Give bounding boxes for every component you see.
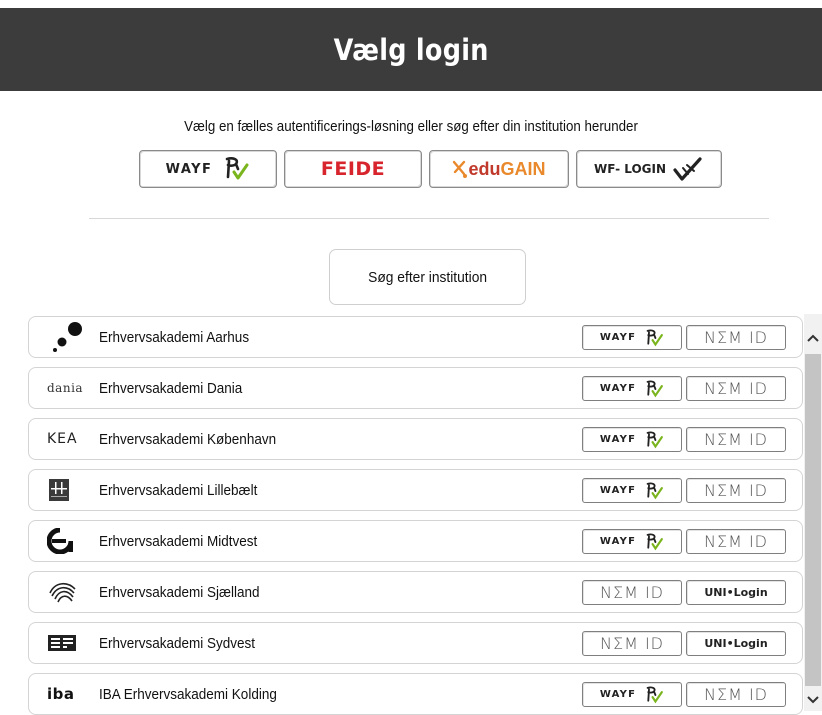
institution-name: Erhvervsakademi Sydvest	[99, 634, 256, 652]
sjaelland-logo	[47, 576, 93, 608]
scrollbar[interactable]	[804, 314, 822, 711]
nemid-login-button[interactable]: NΣM ID	[582, 631, 682, 656]
institution-name: Erhvervsakademi Sjælland	[99, 583, 260, 601]
kea-logo-text: KEA	[47, 431, 78, 447]
wayf-login-button[interactable]: WAYF	[582, 325, 682, 350]
institution-name: IBA Erhvervsakademi Kolding	[99, 685, 277, 703]
institution-row-sjaelland[interactable]: Erhvervsakademi Sjælland NΣM ID UNI•Logi…	[28, 571, 803, 613]
page-header: Vælg login	[0, 8, 822, 91]
iba-logo-text: iba	[47, 685, 75, 703]
wayf-label: WAYF	[599, 383, 637, 394]
scrollbar-thumb[interactable]	[805, 354, 821, 686]
institution-row-dania[interactable]: dania Erhvervsakademi Dania WAYF NΣM ID	[28, 367, 803, 409]
edugain-label-gain: GAIN	[500, 158, 546, 179]
feide-label: FEIDE	[320, 158, 386, 180]
institution-name: Erhvervsakademi København	[99, 430, 277, 448]
wayf-login-button[interactable]: WAYF	[582, 682, 682, 707]
wayf-label: WAYF	[599, 689, 637, 700]
wayf-label: WAYF	[165, 161, 213, 177]
nemid-label: NΣM ID	[703, 532, 768, 551]
edugain-label-edu: edu	[468, 158, 501, 179]
nemid-login-button[interactable]: NΣM ID	[686, 427, 786, 452]
wayf-checkmark-icon	[646, 328, 664, 346]
wf-checkmark-icon	[673, 157, 702, 181]
institution-row-iba-kolding[interactable]: iba IBA Erhvervsakademi Kolding WAYF NΣM…	[28, 673, 803, 715]
wayf-checkmark-icon	[226, 157, 249, 180]
wayf-checkmark-icon	[646, 430, 664, 448]
nemid-login-button[interactable]: NΣM ID	[686, 682, 786, 707]
instruction-text: Vælg en fælles autentificerings-løsning …	[184, 119, 638, 135]
scroll-down-button[interactable]	[804, 691, 822, 709]
iba-logo: iba	[47, 678, 93, 710]
wayf-login-button[interactable]: WAYF	[582, 376, 682, 401]
wayf-button[interactable]: WAYF	[139, 150, 277, 188]
institution-name: Erhvervsakademi Dania	[99, 379, 243, 397]
institution-name: Erhvervsakademi Midtvest	[99, 532, 258, 550]
nemid-label: NΣM ID	[703, 481, 768, 500]
nemid-label: NΣM ID	[703, 379, 768, 398]
edugain-button[interactable]: eduGAIN	[429, 150, 569, 188]
lillebaelt-logo	[47, 474, 93, 506]
wayf-checkmark-icon	[646, 685, 664, 703]
wayf-label: WAYF	[599, 332, 637, 343]
wayf-label: WAYF	[599, 485, 637, 496]
wayf-checkmark-icon	[646, 481, 664, 499]
page-title: Vælg login	[333, 32, 489, 67]
nemid-label: NΣM ID	[703, 430, 768, 449]
nemid-label: NΣM ID	[703, 685, 768, 704]
dots-logo	[47, 321, 93, 353]
institution-name: Erhvervsakademi Lillebælt	[99, 481, 258, 499]
institution-row-midtvest[interactable]: Erhvervsakademi Midtvest WAYF NΣM ID	[28, 520, 803, 562]
midtvest-logo	[47, 525, 93, 557]
institution-row-sydvest[interactable]: Erhvervsakademi Sydvest NΣM ID UNI•Login	[28, 622, 803, 664]
divider	[89, 218, 769, 219]
sydvest-logo	[47, 627, 93, 659]
unilogin-button[interactable]: UNI•Login	[686, 631, 786, 656]
unilogin-button[interactable]: UNI•Login	[686, 580, 786, 605]
nemid-login-button[interactable]: NΣM ID	[582, 580, 682, 605]
edugain-icon	[453, 160, 468, 178]
nemid-label: NΣM ID	[599, 583, 664, 602]
wayf-login-button[interactable]: WAYF	[582, 529, 682, 554]
dania-logo: dania	[47, 372, 93, 404]
unilogin-label: UNI•Login	[704, 586, 768, 599]
scroll-up-button[interactable]	[804, 329, 822, 347]
feide-button[interactable]: FEIDE	[284, 150, 422, 188]
chevron-down-icon	[807, 696, 819, 704]
wayf-checkmark-icon	[646, 532, 664, 550]
dania-logo-text: dania	[47, 381, 84, 395]
institution-row-aarhus[interactable]: Erhvervsakademi Aarhus WAYF NΣM ID	[28, 316, 803, 358]
nemid-login-button[interactable]: NΣM ID	[686, 376, 786, 401]
chevron-up-icon	[807, 334, 819, 342]
kea-logo: KEA	[47, 423, 93, 455]
wf-login-button[interactable]: WF- LOGIN	[576, 150, 722, 188]
unilogin-label: UNI•Login	[704, 637, 768, 650]
federation-providers: WAYF FEIDE eduGAIN WF- LOGIN	[139, 150, 722, 188]
institution-name: Erhvervsakademi Aarhus	[99, 328, 250, 346]
nemid-login-button[interactable]: NΣM ID	[686, 478, 786, 503]
nemid-login-button[interactable]: NΣM ID	[686, 529, 786, 554]
wayf-login-button[interactable]: WAYF	[582, 427, 682, 452]
wayf-label: WAYF	[599, 434, 637, 445]
wf-login-label: WF- LOGIN	[594, 162, 666, 176]
search-institution-label: Søg efter institution	[368, 268, 487, 286]
wayf-login-button[interactable]: WAYF	[582, 478, 682, 503]
search-institution-button[interactable]: Søg efter institution	[329, 249, 526, 305]
institution-row-lillebaelt[interactable]: Erhvervsakademi Lillebælt WAYF NΣM ID	[28, 469, 803, 511]
institution-row-kobenhavn[interactable]: KEA Erhvervsakademi København WAYF NΣM I…	[28, 418, 803, 460]
nemid-label: NΣM ID	[599, 634, 664, 653]
wayf-label: WAYF	[599, 536, 637, 547]
wayf-checkmark-icon	[646, 379, 664, 397]
nemid-login-button[interactable]: NΣM ID	[686, 325, 786, 350]
nemid-label: NΣM ID	[703, 328, 768, 347]
